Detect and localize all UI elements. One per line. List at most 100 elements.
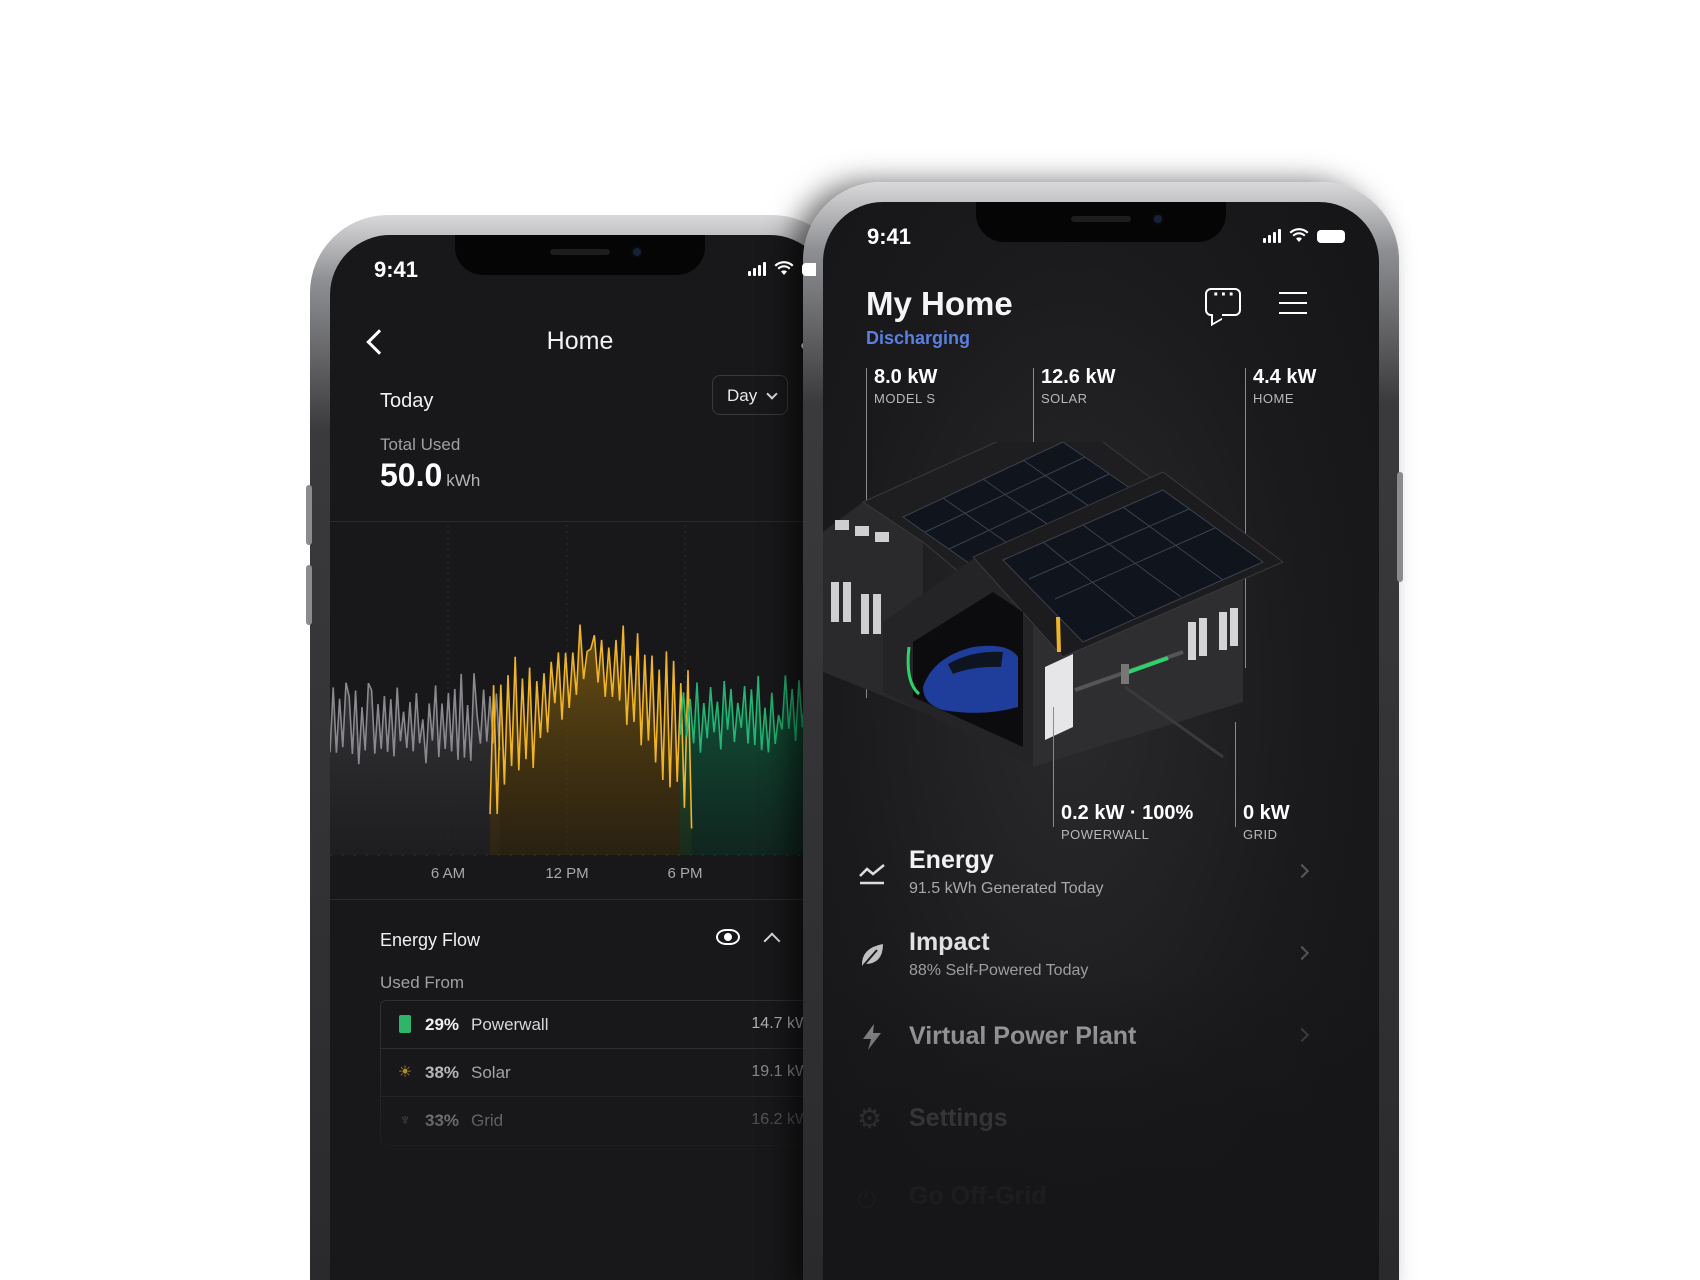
notch bbox=[455, 235, 705, 275]
energy-source-table: 29% Powerwall 14.7 kWh ☀ 38% Solar 19.1 … bbox=[380, 1000, 820, 1146]
energy-flow-title: Energy Flow bbox=[380, 930, 481, 950]
source-percent: 38% bbox=[425, 1063, 460, 1082]
metric-value: 0.2 kW · 100% bbox=[1061, 802, 1194, 824]
powerwall-icon bbox=[397, 1015, 413, 1035]
wifi-icon bbox=[1289, 228, 1309, 242]
metric-value: 0 kW bbox=[1243, 802, 1290, 824]
grid-icon: ♆ bbox=[399, 1112, 411, 1129]
metric-solar[interactable]: 12.6 kW SOLAR bbox=[1041, 366, 1115, 406]
phone-screen: 9:41 My Home Discharging 8.0 kW MODEL S … bbox=[823, 202, 1379, 1280]
phone-home-usage: 9:41 Home •• Today Day Total Used 50.0kW… bbox=[306, 215, 850, 1280]
menu-item-energy[interactable]: Energy 91.5 kWh Generated Today bbox=[853, 842, 1323, 924]
leaf-icon bbox=[861, 944, 883, 967]
source-row-grid[interactable]: ♆ 33% Grid 16.2 kWh bbox=[381, 1097, 819, 1145]
callout-line bbox=[1053, 707, 1054, 827]
menu-item-go-off-grid[interactable]: ⏻ Go Off-Grid bbox=[853, 1170, 1323, 1252]
menu-item-title: Settings bbox=[909, 1104, 1008, 1132]
range-select[interactable]: Day bbox=[712, 375, 788, 415]
source-name: Solar bbox=[471, 1063, 511, 1082]
source-name: Powerwall bbox=[471, 1015, 549, 1034]
solar-icon: ☀ bbox=[397, 1064, 413, 1081]
metric-label: POWERWALL bbox=[1061, 827, 1150, 842]
off-grid-icon: ⏻ bbox=[857, 1187, 876, 1214]
total-used-number: 50.0 bbox=[380, 457, 443, 493]
hamburger-menu-icon[interactable] bbox=[1279, 292, 1307, 314]
menu-item-title: Virtual Power Plant bbox=[909, 1022, 1137, 1050]
powerwall-unit bbox=[1045, 654, 1073, 740]
menu-item-subtitle: 88% Self-Powered Today bbox=[909, 962, 1089, 979]
usage-chart bbox=[330, 525, 830, 856]
menu-item-impact[interactable]: Impact 88% Self-Powered Today bbox=[853, 924, 1323, 1006]
chevron-right-icon bbox=[1294, 945, 1310, 961]
status-icons bbox=[748, 261, 816, 276]
power-button bbox=[1397, 472, 1403, 582]
source-row-powerwall[interactable]: 29% Powerwall 14.7 kWh bbox=[381, 1001, 819, 1049]
solar-feed-line bbox=[1056, 616, 1061, 653]
divider bbox=[330, 521, 830, 522]
notch bbox=[976, 202, 1226, 242]
home-menu-list: Energy 91.5 kWh Generated Today Impact 8… bbox=[853, 842, 1323, 1252]
x-tick-label: 6 PM bbox=[667, 865, 703, 882]
cellular-signal-icon bbox=[1263, 229, 1281, 243]
eye-icon[interactable] bbox=[716, 929, 740, 945]
range-select-value: Day bbox=[727, 386, 758, 405]
metric-value: 8.0 kW bbox=[874, 366, 938, 388]
status-time: 9:41 bbox=[374, 257, 419, 282]
metric-value: 4.4 kW bbox=[1253, 366, 1317, 388]
volume-up-button bbox=[306, 485, 312, 545]
period-label: Today bbox=[380, 390, 434, 412]
menu-item-title: Impact bbox=[909, 928, 990, 956]
grid-meter bbox=[1121, 664, 1129, 684]
page-title: My Home bbox=[866, 285, 1013, 322]
chevron-down-icon bbox=[766, 388, 778, 400]
menu-item-title: Go Off-Grid bbox=[909, 1182, 1047, 1210]
battery-icon bbox=[1317, 230, 1345, 243]
gear-icon: ⚙ bbox=[857, 1103, 883, 1134]
bolt-icon bbox=[863, 1024, 881, 1050]
callout-line bbox=[1235, 722, 1236, 827]
chevron-right-icon bbox=[1294, 863, 1310, 879]
x-axis-ticks: 6 AM 12 PM 6 PM bbox=[330, 865, 830, 889]
metric-powerwall[interactable]: 0.2 kW · 100% POWERWALL bbox=[1061, 802, 1193, 842]
house-illustration bbox=[823, 442, 1284, 767]
menu-item-title: Energy bbox=[909, 846, 994, 874]
volume-down-button bbox=[306, 565, 312, 625]
source-name: Grid bbox=[471, 1111, 504, 1130]
source-percent: 29% bbox=[425, 1015, 460, 1034]
page-title: Home bbox=[546, 327, 614, 355]
metric-home[interactable]: 4.4 kW HOME bbox=[1253, 366, 1316, 406]
marketing-stage: 9:41 Home •• Today Day Total Used 50.0kW… bbox=[0, 0, 1700, 1280]
source-percent: 33% bbox=[425, 1111, 460, 1130]
menu-item-subtitle: 91.5 kWh Generated Today bbox=[909, 880, 1104, 897]
metric-value: 12.6 kW bbox=[1041, 366, 1116, 388]
total-used-label: Total Used bbox=[380, 435, 461, 454]
total-used-unit: kWh bbox=[446, 471, 481, 490]
energy-chart-icon bbox=[859, 864, 885, 885]
metric-label: GRID bbox=[1243, 827, 1278, 842]
system-status: Discharging bbox=[866, 328, 971, 348]
total-used-value: 50.0 kWh bbox=[380, 457, 480, 494]
x-tick-label: 12 PM bbox=[545, 865, 589, 882]
metric-label: MODEL S bbox=[874, 391, 936, 406]
battery-icon bbox=[802, 263, 816, 276]
divider bbox=[330, 899, 830, 900]
cellular-signal-icon bbox=[748, 262, 766, 276]
metric-label: HOME bbox=[1253, 391, 1294, 406]
phone-screen: 9:41 Home •• Today Day Total Used 50.0kW… bbox=[330, 235, 830, 1280]
phone-my-home: 9:41 My Home Discharging 8.0 kW MODEL S … bbox=[803, 182, 1403, 1280]
metric-grid[interactable]: 0 kW GRID bbox=[1243, 802, 1290, 842]
chat-icon[interactable] bbox=[1205, 284, 1241, 316]
menu-item-virtual-power-plant[interactable]: Virtual Power Plant bbox=[853, 1006, 1323, 1088]
metric-model-s[interactable]: 8.0 kW MODEL S bbox=[874, 366, 937, 406]
used-from-label: Used From bbox=[380, 973, 465, 992]
nav-bar: Home •• bbox=[330, 327, 830, 367]
source-row-solar[interactable]: ☀ 38% Solar 19.1 kWh bbox=[381, 1049, 819, 1097]
x-tick-label: 6 AM bbox=[430, 865, 466, 882]
wifi-icon bbox=[774, 261, 794, 275]
metric-label: SOLAR bbox=[1041, 391, 1088, 406]
chevron-right-icon bbox=[1294, 1027, 1310, 1043]
chevron-up-icon[interactable] bbox=[763, 932, 781, 950]
status-icons bbox=[1263, 228, 1345, 243]
status-time: 9:41 bbox=[867, 224, 912, 249]
menu-item-settings[interactable]: ⚙ Settings bbox=[853, 1088, 1323, 1170]
